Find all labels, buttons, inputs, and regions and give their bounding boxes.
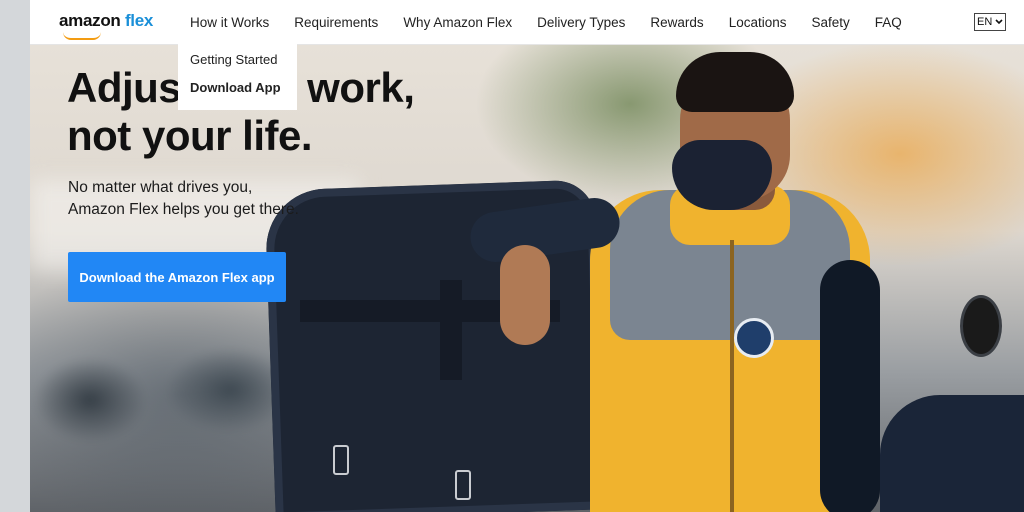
download-app-button[interactable]: Download the Amazon Flex app xyxy=(68,252,286,302)
how-it-works-dropdown: Getting Started Download App xyxy=(178,44,297,110)
scooter-mirror xyxy=(960,295,1002,357)
bag-strap-vertical xyxy=(440,280,462,380)
window-left-edge xyxy=(0,0,30,512)
headline-fragment: work, xyxy=(307,64,415,111)
nav-locations[interactable]: Locations xyxy=(729,15,787,30)
language-value: EN xyxy=(977,16,993,28)
courier-sleeve xyxy=(820,260,880,512)
nav-faq[interactable]: FAQ xyxy=(875,15,902,30)
chevron-down-icon xyxy=(995,19,1003,25)
subtext-line-1: No matter what drives you, xyxy=(68,179,253,196)
logo-brand: amazon xyxy=(59,11,121,30)
headline-line-2: not your life. xyxy=(67,112,313,159)
dropdown-download-app[interactable]: Download App xyxy=(190,80,281,95)
bag-clip xyxy=(455,470,471,500)
nav-how-it-works[interactable]: How it Works xyxy=(190,15,269,30)
courier-hand xyxy=(500,245,550,345)
page: Adjus work, not your life. No matter what… xyxy=(30,0,1024,512)
courier-hair xyxy=(676,52,794,112)
headline-fragment: Adjus xyxy=(67,64,182,111)
dropdown-getting-started[interactable]: Getting Started xyxy=(190,52,277,67)
face-mask xyxy=(672,140,772,210)
nav-requirements[interactable]: Requirements xyxy=(294,15,378,30)
nav-links: How it Works Requirements Why Amazon Fle… xyxy=(190,0,927,44)
nav-rewards[interactable]: Rewards xyxy=(650,15,703,30)
language-select[interactable]: EN xyxy=(974,13,1007,31)
subtext-line-2: Amazon Flex helps you get there. xyxy=(68,201,299,218)
top-navigation: amazon flex How it Works Requirements Wh… xyxy=(30,0,1024,45)
nav-why-amazon-flex[interactable]: Why Amazon Flex xyxy=(403,15,512,30)
jacket-zip xyxy=(730,240,734,512)
logo-product: flex xyxy=(124,11,154,30)
hero-subtext: No matter what drives you, Amazon Flex h… xyxy=(68,177,299,221)
scooter xyxy=(880,395,1024,512)
amazon-flex-logo[interactable]: amazon flex xyxy=(59,11,154,40)
bag-clip xyxy=(333,445,349,475)
jacket-badge-icon xyxy=(734,318,774,358)
smile-arrow-icon xyxy=(63,32,101,40)
nav-delivery-types[interactable]: Delivery Types xyxy=(537,15,625,30)
nav-safety[interactable]: Safety xyxy=(811,15,849,30)
